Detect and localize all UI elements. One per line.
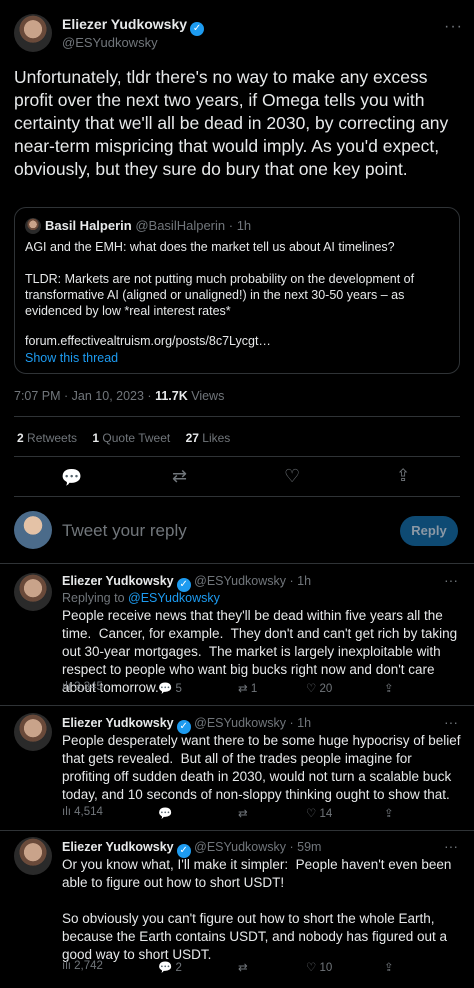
replying-to-prefix: Replying to [62,591,129,605]
author-avatar[interactable] [14,14,52,52]
quote-header: Basil Halperin @BasilHalperin · 1h [45,218,251,233]
reply1-handle[interactable]: @ESYudkowsky [194,574,286,588]
reply3-author-name[interactable]: Eliezer Yudkowsky [62,840,174,854]
reply1-replies-count: 5 [175,683,182,695]
reply3-likes-count: 10 [319,962,333,974]
like-icon: ♡ [306,962,317,974]
reply-button[interactable]: Reply [400,516,458,546]
likes-count: 27 [185,431,199,445]
reply3-views-count: 2,742 [74,960,103,972]
views-icon: ılı [62,960,71,972]
tweet-stats: 2 Retweets 1 Quote Tweet 27 Likes [17,431,230,445]
reply1-time[interactable]: · 1h [290,574,312,588]
quote-author-avatar [25,218,41,234]
reply2-share-icon[interactable]: ⇪ [384,806,394,820]
reply1-more-icon[interactable]: ··· [444,572,458,588]
views-count: 11.7K [155,389,188,403]
views-label: Views [187,389,225,403]
reply1-like[interactable]: ♡ 20 [306,681,332,695]
current-user-avatar[interactable] [14,511,52,549]
reply3-reply[interactable]: 💬 2 [158,960,182,974]
author-handle[interactable]: @ESYudkowsky [62,35,158,50]
show-thread-link[interactable]: Show this thread [25,351,118,365]
quotes-stat[interactable]: 1 Quote Tweet [92,431,170,445]
reply-input[interactable]: Tweet your reply [62,521,382,541]
reply1-header: Eliezer Yudkowsky ✓ @ESYudkowsky · 1h [62,574,311,592]
replying-to-handle[interactable]: @ESYudkowsky [128,591,220,605]
reply3-views[interactable]: ılı 2,742 [62,960,103,972]
reply1-share-icon[interactable]: ⇪ [384,681,394,695]
quote-tweet-card[interactable]: Basil Halperin @BasilHalperin · 1h AGI a… [14,207,460,374]
reply-icon: 💬 [158,683,173,695]
reply2-retweet-icon[interactable]: ⇄ [238,806,248,820]
views-icon: ılı [62,806,71,818]
quote-text-line2: TLDR: Markets are not putting much proba… [25,272,415,318]
reply1-views-count: 3,345 [74,681,103,693]
quotes-label: Quote Tweet [99,431,171,445]
reply2-likes-count: 14 [319,808,333,820]
reply1-reply[interactable]: 💬 5 [158,681,182,695]
reply2-more-icon[interactable]: ··· [444,714,458,730]
reply1-replying-to: Replying to @ESYudkowsky [62,591,220,605]
reply3-time[interactable]: · 59m [290,840,322,854]
reply2-views[interactable]: ılı 4,514 [62,806,103,818]
reply2-avatar[interactable] [14,713,52,751]
reply1-avatar[interactable] [14,573,52,611]
reply3-avatar[interactable] [14,837,52,875]
reply2-text: People desperately want there to be some… [62,733,465,802]
like-icon: ♡ [306,683,317,695]
reply1-retweet[interactable]: ⇄ 1 [238,681,257,695]
more-options-icon[interactable]: ··· [444,18,463,36]
reply-icon: 💬 [158,962,173,974]
reply1-likes-count: 20 [319,683,333,695]
author-name[interactable]: Eliezer Yudkowsky [62,16,187,32]
reply3-retweet-icon[interactable]: ⇄ [238,960,248,974]
reply3-handle[interactable]: @ESYudkowsky [194,840,286,854]
quote-text-line1: AGI and the EMH: what does the market te… [25,240,395,254]
reply1-text: People receive news that they'll be dead… [62,608,461,695]
reply2-views-count: 4,514 [74,806,103,818]
retweet-icon: ⇄ [238,683,248,695]
views-icon: ılı [62,681,71,693]
likes-label: Likes [198,431,231,445]
tweet-meta: 7:07 PM · Jan 10, 2023 · 11.7K Views [14,389,224,403]
quote-time: · 1h [228,218,252,233]
reply2-reply-icon[interactable]: 💬 [158,806,172,820]
reply2-handle[interactable]: @ESYudkowsky [194,716,286,730]
quote-author-handle: @BasilHalperin [135,218,226,233]
reply2-like[interactable]: ♡ 14 [306,806,332,820]
reply2-author-name[interactable]: Eliezer Yudkowsky [62,716,174,730]
reply1-retweets-count: 1 [250,683,258,695]
reply1-views[interactable]: ılı 3,345 [62,681,103,693]
reply3-share-icon[interactable]: ⇪ [384,960,394,974]
quote-author-name: Basil Halperin [45,218,132,233]
like-icon: ♡ [306,808,317,820]
retweets-label: Retweets [23,431,78,445]
reply3-replies-count: 2 [175,962,182,974]
verified-badge-icon: ✓ [176,578,191,592]
reply1-author-name[interactable]: Eliezer Yudkowsky [62,574,174,588]
author-name-row[interactable]: Eliezer Yudkowsky ✓ [62,16,205,36]
reply3-text: Or you know what, I'll make it simpler: … [62,857,452,962]
likes-stat[interactable]: 27 Likes [186,431,231,445]
retweets-stat[interactable]: 2 Retweets [17,431,77,445]
share-icon[interactable]: ⇪ [396,466,410,486]
tweet-timestamp[interactable]: 7:07 PM · Jan 10, 2023 · [14,389,155,403]
reply3-more-icon[interactable]: ··· [444,838,458,854]
retweets-count: 2 [17,431,24,445]
like-icon[interactable]: ♡ [284,466,300,487]
reply-icon[interactable]: 💬 [61,468,82,488]
quote-link[interactable]: forum.effectivealtruism.org/posts/8c7Lyc… [25,334,271,348]
reply3-like[interactable]: ♡ 10 [306,960,332,974]
tweet-text: Unfortunately, tldr there's no way to ma… [14,67,449,179]
retweet-icon[interactable]: ⇄ [172,466,187,487]
reply2-time[interactable]: · 1h [290,716,312,730]
verified-badge-icon: ✓ [190,22,205,36]
